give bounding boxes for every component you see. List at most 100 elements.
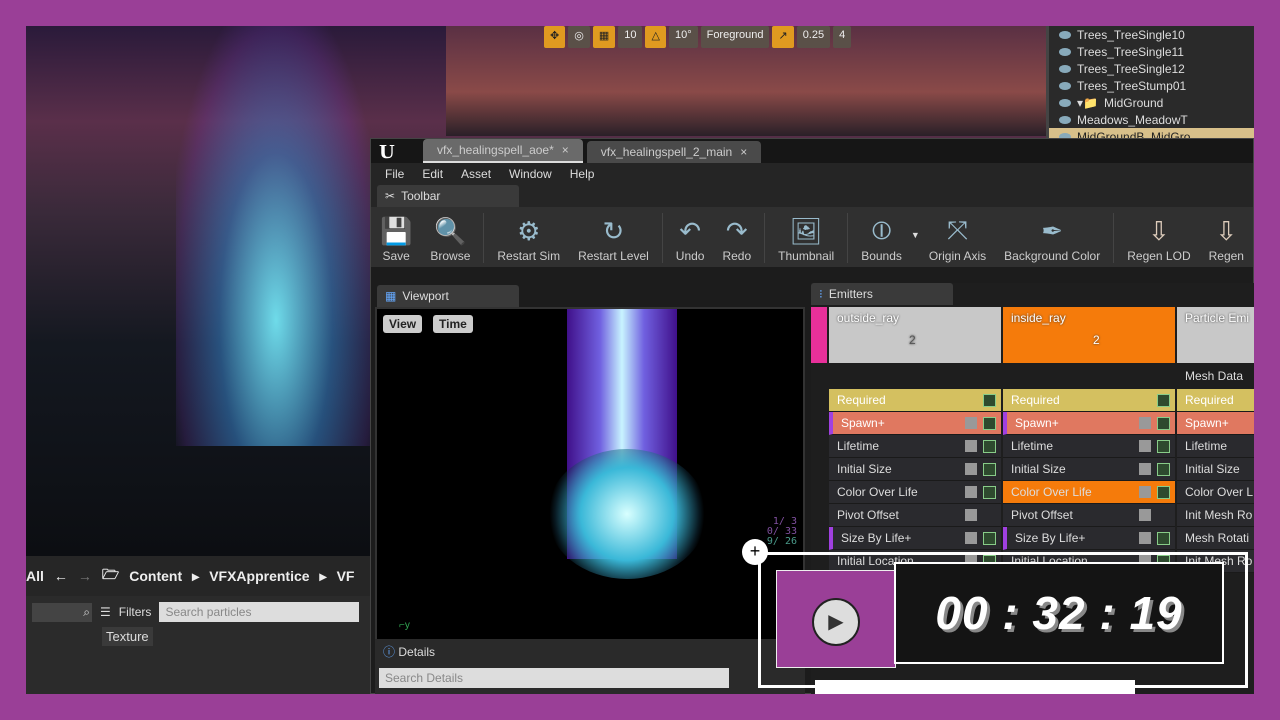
rotation-value[interactable]: 10°: [668, 26, 698, 48]
checkbox-icon[interactable]: [1139, 440, 1151, 452]
curve-graph-icon[interactable]: [983, 439, 996, 453]
menu-window[interactable]: Window: [509, 167, 552, 181]
save-button[interactable]: 💾 Save: [371, 216, 421, 263]
module-row[interactable]: Color Over L: [1177, 481, 1254, 504]
eye-icon[interactable]: [1059, 64, 1071, 73]
outliner-row[interactable]: Meadows_MeadowT: [1049, 111, 1254, 128]
curve-graph-icon[interactable]: [983, 416, 996, 430]
curve-graph-icon[interactable]: [983, 462, 996, 476]
crumb-vfxapprentice[interactable]: VFXApprentice: [209, 568, 309, 584]
mesh-data-module[interactable]: Mesh Data: [1177, 363, 1254, 389]
rotation-snap-icon[interactable]: △: [645, 26, 666, 48]
viewport-tab[interactable]: ▦ Viewport: [377, 285, 519, 307]
curve-graph-icon[interactable]: [983, 485, 996, 499]
curve-graph-icon[interactable]: [1157, 393, 1170, 407]
module-row[interactable]: Init Mesh Ro: [1177, 504, 1254, 527]
undo-button[interactable]: ↶ Undo: [667, 216, 714, 263]
module-row[interactable]: Initial Size: [1003, 458, 1175, 481]
curve-graph-icon[interactable]: [1157, 462, 1170, 476]
details-tab[interactable]: ⓘ Details: [375, 639, 805, 664]
move-icon[interactable]: ✥: [544, 26, 566, 48]
curve-graph-icon[interactable]: [983, 393, 996, 407]
search-details-input[interactable]: Search Details: [379, 668, 729, 688]
module-row[interactable]: Required: [1177, 389, 1254, 412]
all-button[interactable]: All: [26, 568, 44, 584]
curve-graph-icon[interactable]: [1157, 416, 1170, 430]
restart-sim-button[interactable]: ⚙ Restart Sim: [488, 216, 569, 263]
checkbox-icon[interactable]: [965, 440, 977, 452]
emitter-particle-emitter[interactable]: Particle Emi Mesh Data Required Spawn+ Lif…: [1177, 307, 1254, 573]
outliner-row[interactable]: Trees_TreeStump01: [1049, 77, 1254, 94]
search-particles-input[interactable]: Search particles: [159, 602, 360, 622]
forward-arrow-icon[interactable]: →: [78, 568, 92, 584]
scale-snap-icon[interactable]: ↗: [772, 26, 794, 48]
module-row[interactable]: Size By Life+: [1003, 527, 1175, 550]
checkbox-icon[interactable]: [965, 509, 977, 521]
back-arrow-icon[interactable]: ←: [54, 568, 68, 584]
module-row[interactable]: Initial Size: [1177, 458, 1254, 481]
eye-icon[interactable]: [1059, 115, 1071, 124]
checkbox-icon[interactable]: [965, 486, 977, 498]
outliner-row[interactable]: Trees_TreeSingle10: [1049, 26, 1254, 43]
list-icon[interactable]: ☰: [100, 605, 111, 619]
thumbnail-button[interactable]: 🖼 Thumbnail: [769, 216, 843, 263]
outliner-folder[interactable]: ▾📁 MidGround: [1049, 94, 1254, 111]
checkbox-icon[interactable]: [1139, 417, 1151, 429]
curve-graph-icon[interactable]: [1157, 439, 1170, 453]
curve-graph-icon[interactable]: [983, 531, 996, 545]
grid-value[interactable]: 10: [618, 26, 643, 48]
regen-button[interactable]: ⇩ Regen: [1200, 216, 1253, 263]
background-color-button[interactable]: ✒ Background Color: [995, 216, 1109, 263]
module-row[interactable]: Spawn+: [1003, 412, 1175, 435]
curve-graph-icon[interactable]: [1157, 531, 1170, 545]
play-button[interactable]: ▶: [812, 598, 860, 646]
particle-viewport[interactable]: View Time 1/ 3 0/ 33 9/ 26 ⌐y: [375, 307, 805, 653]
checkbox-icon[interactable]: [1139, 486, 1151, 498]
crumb-content[interactable]: Content: [129, 568, 182, 584]
module-row[interactable]: Spawn+: [829, 412, 1001, 435]
menu-edit[interactable]: Edit: [422, 167, 443, 181]
add-icon[interactable]: +: [742, 539, 768, 565]
emitters-tab[interactable]: ⁝ Emitters: [811, 283, 953, 305]
redo-button[interactable]: ↷ Redo: [713, 216, 760, 263]
eye-icon[interactable]: [1059, 98, 1071, 107]
chevron-down-icon[interactable]: ▼: [911, 230, 920, 240]
close-icon[interactable]: ×: [562, 143, 569, 157]
view-button[interactable]: View: [383, 315, 423, 333]
origin-axis-button[interactable]: ⤧ Origin Axis: [920, 215, 995, 263]
module-row[interactable]: Color Over Life: [1003, 481, 1175, 504]
module-row[interactable]: Size By Life+: [829, 527, 1001, 550]
module-row[interactable]: Pivot Offset: [1003, 504, 1175, 527]
module-row[interactable]: Lifetime: [829, 435, 1001, 458]
camera-speed[interactable]: 4: [833, 26, 852, 48]
module-row[interactable]: Mesh Rotati: [1177, 527, 1254, 550]
emitter-outside-ray[interactable]: outside_ray 2 Required Spawn+ Lifetime Initi…: [829, 307, 1001, 573]
regen-lod-button[interactable]: ⇩ Regen LOD: [1118, 216, 1199, 263]
checkbox-icon[interactable]: [1139, 463, 1151, 475]
checkbox-icon[interactable]: [1139, 532, 1151, 544]
tab-healingspell-2-main[interactable]: vfx_healingspell_2_main ×: [586, 141, 762, 163]
time-button[interactable]: Time: [433, 315, 473, 333]
checkbox-icon[interactable]: [965, 463, 977, 475]
module-row[interactable]: Required: [829, 389, 1001, 412]
eye-icon[interactable]: [1059, 81, 1071, 90]
toolbar-tab[interactable]: ✂ Toolbar: [377, 185, 519, 207]
menu-asset[interactable]: Asset: [461, 167, 491, 181]
module-row[interactable]: Spawn+: [1177, 412, 1254, 435]
filter-chip-texture[interactable]: Texture: [102, 627, 153, 646]
module-row[interactable]: Required: [1003, 389, 1175, 412]
world-icon[interactable]: ◎: [568, 26, 590, 48]
module-row[interactable]: Lifetime: [1003, 435, 1175, 458]
checkbox-icon[interactable]: [965, 417, 977, 429]
emitter-inside-ray[interactable]: inside_ray 2 Required Spawn+ Lifetime Initia…: [1003, 307, 1175, 573]
emitter-header[interactable]: outside_ray 2: [829, 307, 1001, 363]
tab-healingspell-aoe[interactable]: vfx_healingspell_aoe* ×: [423, 139, 583, 163]
restart-level-button[interactable]: ↻ Restart Level: [569, 216, 658, 263]
module-row[interactable]: Initial Size: [829, 458, 1001, 481]
close-icon[interactable]: ×: [740, 145, 747, 159]
emitter-header[interactable]: Particle Emi: [1177, 307, 1254, 363]
emitter-header-selected[interactable]: inside_ray 2: [1003, 307, 1175, 363]
crumb-vf[interactable]: VF: [337, 568, 355, 584]
outliner-row[interactable]: Trees_TreeSingle12: [1049, 60, 1254, 77]
module-row[interactable]: Lifetime: [1177, 435, 1254, 458]
